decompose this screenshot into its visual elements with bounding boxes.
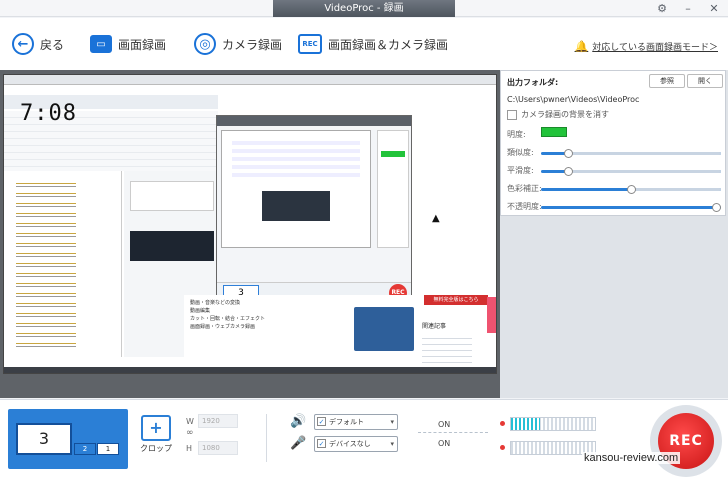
slider-knob[interactable]: [712, 203, 721, 212]
slider-knob[interactable]: [627, 185, 636, 194]
speaker-level-fill: [511, 418, 541, 430]
back-arrow-icon: ←: [12, 33, 34, 55]
right-panel: 出力フォルダ: 参照 開く C:\Users\pwner\Videos\Vide…: [500, 70, 728, 398]
mic-on-label: ON: [438, 439, 451, 448]
site-watermark: kansou-review.com: [582, 452, 681, 464]
control-bar: 3 2 1 + クロップ W 1920 ∞ H 1080 🔊 ✓ デフォルト ▾…: [0, 399, 728, 479]
mic-check-icon[interactable]: ✓: [317, 439, 326, 448]
chevron-down-icon: ▾: [390, 418, 394, 426]
speaker-status-dot: [500, 421, 505, 426]
title-bar: VideoProc - 録画 ⚙ – ✕: [0, 0, 728, 17]
videoproc-window: VideoProc - 録画 ⚙ – ✕ ← 戻る ▭ 画面録画 ◎ カメラ録画…: [0, 0, 728, 479]
output-settings: 出力フォルダ: 参照 開く C:\Users\pwner\Videos\Vide…: [500, 70, 726, 216]
selected-screen[interactable]: 3: [16, 423, 72, 455]
screen-2-chip[interactable]: 2: [74, 443, 96, 455]
browse-button[interactable]: 参照: [649, 74, 685, 88]
sidebar-heading: 関連記事: [422, 323, 447, 330]
supported-modes-link[interactable]: 🔔 対応している画面録画モード＞: [575, 40, 718, 53]
back-button[interactable]: ← 戻る: [12, 30, 64, 58]
bell-icon: 🔔: [574, 40, 589, 53]
open-button[interactable]: 開く: [687, 74, 723, 88]
mic-device-label: デバイスなし: [329, 440, 371, 448]
slider-track: [631, 188, 721, 191]
speaker-device-label: デフォルト: [329, 418, 364, 426]
screen-record-button[interactable]: ▭ 画面録画: [90, 30, 166, 58]
crop-button[interactable]: + クロップ: [134, 409, 178, 469]
similarity-label: 類似度:: [507, 148, 534, 157]
speaker-on-label: ON: [438, 420, 451, 429]
speaker-icon: 🔊: [290, 414, 307, 429]
mouse-cursor-icon: ▲: [432, 213, 440, 224]
settings-gear-icon[interactable]: ⚙: [654, 0, 670, 17]
speaker-check-icon[interactable]: ✓: [317, 417, 326, 426]
camera-record-label: カメラ録画: [222, 37, 283, 52]
article-line: 動画・音楽などの変換: [190, 300, 241, 306]
height-field[interactable]: 1080: [198, 441, 238, 455]
monitor-icon: ▭: [90, 35, 112, 53]
erase-background-checkbox[interactable]: カメラ録画の背景を消す: [507, 109, 609, 120]
preview-frame: 7:08 3 REC 動画・音楽などの変換 動画編集 カット・回転・結合・エフェ…: [0, 70, 500, 398]
screen-1-chip[interactable]: 1: [97, 443, 119, 455]
smoothness-slider[interactable]: [541, 167, 721, 176]
nested-title-bar: [217, 116, 411, 126]
desktop-taskbar: [4, 75, 496, 85]
desktop-clock: 7:08: [20, 101, 77, 126]
close-icon[interactable]: ✕: [706, 0, 722, 17]
width-label: W: [186, 417, 194, 426]
crop-icon: +: [141, 415, 171, 441]
slider-knob[interactable]: [564, 167, 573, 176]
nested-recorder-window: 3 REC: [216, 115, 412, 305]
opacity-label: 不透明度:: [507, 202, 542, 211]
crop-label: クロップ: [140, 444, 172, 453]
window-title: VideoProc - 録画: [273, 0, 455, 17]
checkbox-box: [507, 109, 517, 120]
output-path: C:\Users\pwner\Videos\VideoProc: [507, 95, 640, 104]
back-label: 戻る: [40, 37, 65, 52]
product-image: [354, 307, 414, 351]
microphone-icon: 🎤: [290, 436, 307, 451]
share-bar: [487, 297, 496, 333]
mic-device-select[interactable]: ✓ デバイスなし ▾: [314, 436, 398, 452]
screen-and-camera-button[interactable]: REC 画面録画＆カメラ録画: [298, 30, 448, 58]
nested-settings: [377, 130, 409, 248]
rec-button[interactable]: REC: [650, 405, 722, 477]
speaker-device-select[interactable]: ✓ デフォルト ▾: [314, 414, 398, 430]
color-correction-slider[interactable]: [541, 185, 721, 194]
color-correction-label: 色彩補正:: [507, 184, 542, 193]
minimize-icon[interactable]: –: [680, 0, 696, 17]
brightness-color-swatch[interactable]: [541, 127, 567, 137]
erase-background-label: カメラ録画の背景を消す: [521, 110, 609, 119]
speaker-divider: [418, 432, 488, 433]
mic-status-dot: [500, 445, 505, 450]
supported-modes-label: 対応している画面録画モード＞: [592, 43, 718, 53]
smoothness-label: 平滑度:: [507, 166, 534, 175]
divider: [266, 414, 267, 462]
output-folder-header: 出力フォルダ:: [507, 78, 559, 87]
aspect-lock-icon[interactable]: ∞: [186, 428, 194, 438]
camera-record-button[interactable]: ◎ カメラ録画: [194, 30, 282, 58]
nested-preview: [221, 130, 371, 248]
toolbar: ← 戻る ▭ 画面録画 ◎ カメラ録画 REC 画面録画＆カメラ録画 🔔 対応し…: [0, 18, 728, 70]
rec-badge-icon: REC: [298, 34, 322, 54]
slider-track: [568, 152, 721, 155]
slider-knob[interactable]: [564, 149, 573, 158]
screen-record-label: 画面録画: [118, 37, 167, 52]
slider-track: [568, 170, 721, 173]
brightness-label: 明度:: [507, 130, 526, 139]
opacity-slider[interactable]: [541, 203, 721, 212]
screen-and-camera-label: 画面録画＆カメラ録画: [328, 37, 449, 52]
free-version-banner: 無料完全版はこちら: [424, 295, 488, 305]
web-sidebar: 関連記事: [416, 295, 486, 373]
width-field[interactable]: 1920: [198, 414, 238, 428]
height-label: H: [186, 444, 193, 453]
similarity-slider[interactable]: [541, 149, 721, 158]
screen-selector[interactable]: 3 2 1: [8, 409, 128, 469]
chevron-down-icon: ▾: [390, 440, 394, 448]
camera-icon: ◎: [194, 33, 216, 55]
file-tree: [4, 171, 122, 357]
screen-preview: 7:08 3 REC 動画・音楽などの変換 動画編集 カット・回転・結合・エフェ…: [3, 74, 497, 374]
desktop-bottom-taskbar: [4, 367, 496, 373]
speaker-level-meter: [510, 417, 596, 431]
